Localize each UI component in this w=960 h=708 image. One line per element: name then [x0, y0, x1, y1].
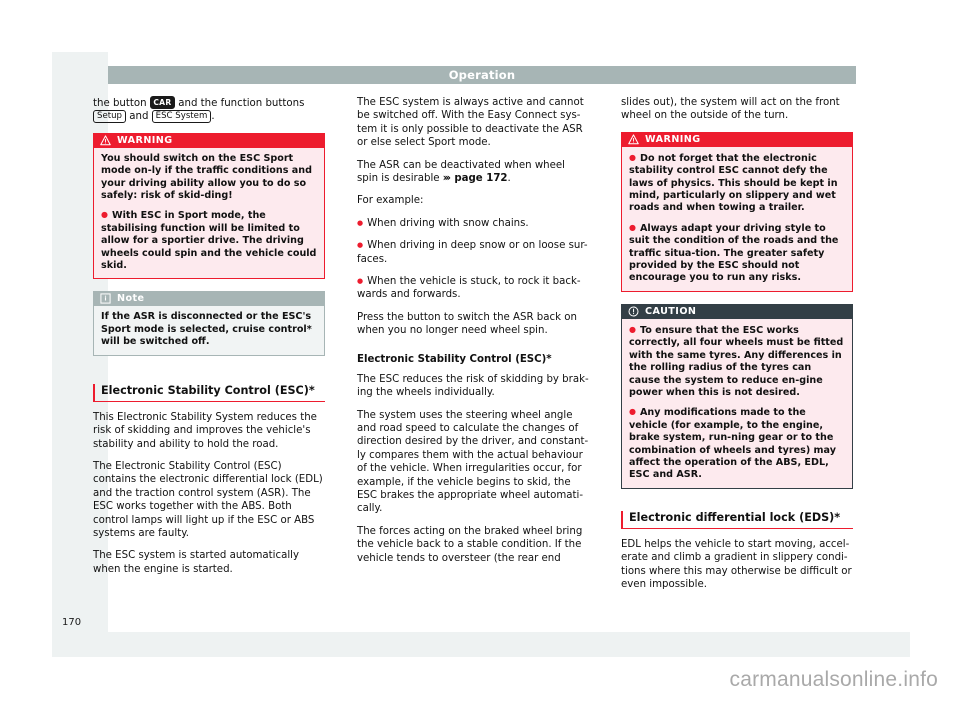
column-left: the button CAR and the function buttons … — [93, 96, 325, 585]
caution-box-right: CAUTION To ensure that the ESC works cor… — [621, 303, 853, 489]
note-box-left-header: Note — [93, 291, 325, 307]
caution-box-header: CAUTION — [621, 303, 853, 319]
warning-right-para-2: Always adapt your driving style to suit … — [629, 222, 845, 285]
column-right: slides out), the system will act on the … — [621, 96, 853, 600]
warning-box-left-title: WARNING — [117, 134, 173, 146]
intro-lead: the button — [93, 98, 150, 109]
middle-bullet-1: When driving with snow chains. — [357, 217, 589, 230]
intro-paragraph: the button CAR and the function buttons … — [93, 96, 325, 124]
column-middle: The ESC system is always active and cann… — [357, 96, 589, 574]
section-heading-edl: Electronic differential lock (EDS)* — [621, 510, 853, 529]
for-example-label: For example: — [357, 195, 424, 207]
left-para-3: The ESC system is started automatically … — [93, 550, 300, 575]
page-reference[interactable]: ››› page 172 — [443, 173, 508, 184]
warning-triangle-icon — [628, 134, 639, 145]
press-button-paragraph: Press the button to switch the ASR back … — [357, 311, 577, 337]
middle-para-4: The forces acting on the braked wheel br… — [357, 525, 583, 564]
warning-box-left: WARNING You should switch on the ESC Spo… — [93, 132, 325, 280]
info-square-icon — [100, 293, 111, 305]
note-box-left: Note If the ASR is disconnected or the E… — [93, 291, 325, 356]
subsection-heading-esc: Electronic Stability Control (ESC)* — [357, 353, 552, 365]
left-para-1: This Electronic Stability System reduces… — [93, 411, 317, 450]
warning-box-left-header: WARNING — [93, 132, 325, 148]
setup-button-keycap[interactable]: Setup — [93, 110, 127, 124]
caution-para-1: To ensure that the ESC works correctly, … — [629, 324, 845, 399]
warning-box-right: WARNING Do not forget that the electroni… — [621, 131, 853, 292]
page-reference-label: page 172 — [450, 173, 508, 185]
left-para-2: The Electronic Stability Control (ESC) c… — [93, 460, 323, 539]
chevron-right-icon: ››› — [442, 173, 451, 185]
middle-para-2: The ESC reduces the risk of skidding by … — [357, 373, 589, 399]
warning-right-para-1: Do not forget that the electronic stabil… — [629, 152, 845, 215]
intro-mid: and the function buttons — [175, 98, 305, 109]
middle-bullet-3: When the vehicle is stuck, to rock it ba… — [357, 275, 589, 302]
asr-text-after: . — [507, 173, 511, 185]
exclamation-circle-icon — [628, 306, 639, 317]
section-heading-esc: Electronic Stability Control (ESC)* — [93, 383, 325, 402]
esc-system-button-keycap[interactable]: ESC System — [151, 110, 212, 124]
watermark: carmanualsonline.info — [729, 668, 938, 691]
asr-deactivate-paragraph: The ASR can be deactivated when wheel sp… — [357, 159, 589, 186]
note-box-left-title: Note — [117, 293, 145, 305]
caution-box-body: To ensure that the ESC works correctly, … — [621, 318, 853, 489]
car-button-keycap[interactable]: CAR — [149, 96, 176, 109]
content-columns: the button CAR and the function buttons … — [93, 96, 878, 626]
warning-box-right-body: Do not forget that the electronic stabil… — [621, 146, 853, 292]
middle-bullet-2: When driving in deep snow or on loose su… — [357, 239, 589, 266]
caution-box-title: CAUTION — [645, 305, 697, 317]
warning-triangle-icon — [100, 135, 111, 146]
middle-para-1: The ESC system is always active and cann… — [357, 97, 584, 149]
warning-left-para-1: You should switch on the ESC Sport mode … — [101, 152, 312, 202]
caution-para-2: Any modifications made to the vehicle (f… — [629, 406, 845, 481]
right-continuation-paragraph: slides out), the system will act on the … — [621, 97, 840, 122]
intro-end: . — [211, 111, 215, 123]
note-left-para-1: If the ASR is disconnected or the ESC's … — [101, 311, 312, 348]
middle-para-3: The system uses the steering wheel angle… — [357, 409, 589, 515]
warning-box-left-body: You should switch on the ESC Sport mode … — [93, 147, 325, 280]
intro-and: and — [126, 111, 152, 123]
warning-box-right-title: WARNING — [645, 133, 701, 145]
note-box-left-body: If the ASR is disconnected or the ESC's … — [93, 306, 325, 356]
right-para-1: EDL helps the vehicle to start moving, a… — [621, 538, 852, 590]
running-head: Operation — [108, 66, 856, 84]
warning-left-para-2: With ESC in Sport mode, the stabilising … — [101, 209, 317, 272]
warning-box-right-header: WARNING — [621, 131, 853, 147]
